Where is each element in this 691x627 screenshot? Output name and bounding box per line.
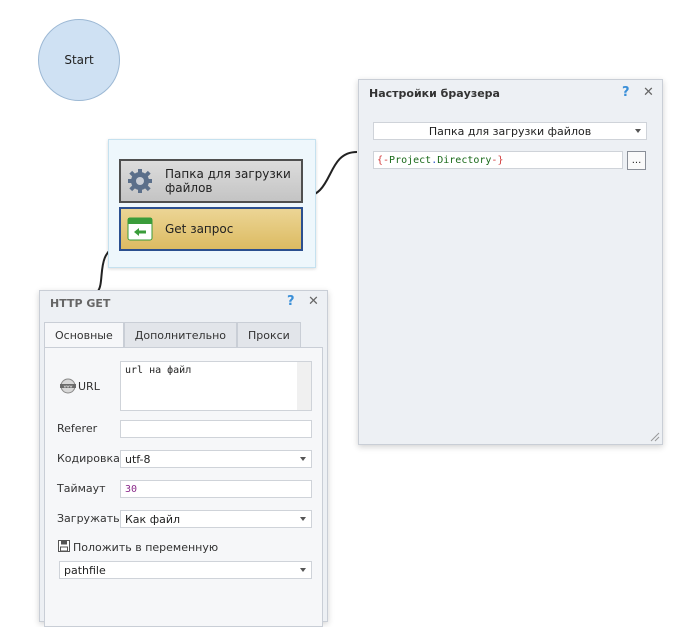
encoding-select[interactable]: utf-8 bbox=[120, 450, 312, 468]
chevron-down-icon bbox=[635, 129, 641, 133]
tab-main[interactable]: Основные bbox=[44, 322, 124, 348]
chevron-down-icon bbox=[300, 568, 306, 572]
help-icon[interactable]: ? bbox=[287, 294, 295, 309]
url-input[interactable]: url на файл bbox=[120, 361, 312, 411]
save-icon bbox=[58, 540, 70, 552]
resize-grip-icon[interactable] bbox=[648, 430, 660, 442]
encoding-value: utf-8 bbox=[125, 452, 151, 466]
timeout-value: 30 bbox=[125, 483, 138, 495]
www-icon: www bbox=[60, 378, 76, 394]
panel-title: Настройки браузера bbox=[369, 87, 500, 100]
variable-value: pathfile bbox=[64, 563, 106, 577]
settings-select[interactable]: Папка для загрузки файлов bbox=[373, 122, 647, 140]
path-token-directory: Directory bbox=[437, 154, 492, 166]
path-token-project: Project bbox=[389, 154, 432, 166]
download-mode-value: Как файл bbox=[125, 512, 181, 526]
chevron-down-icon bbox=[300, 517, 306, 521]
timeout-input[interactable]: 30 bbox=[120, 480, 312, 498]
close-icon[interactable]: ✕ bbox=[308, 294, 319, 309]
help-icon[interactable]: ? bbox=[622, 85, 630, 100]
panel-title: HTTP GET bbox=[50, 296, 111, 310]
browser-settings-panel: Настройки браузера ? ✕ Папка для загрузк… bbox=[358, 79, 663, 445]
folder-path-input[interactable]: {- Project. Directory -} bbox=[373, 151, 623, 169]
action-label: Папка для загрузки файлов bbox=[165, 167, 291, 195]
action-group[interactable]: Папка для загрузки файлов Get запрос bbox=[108, 139, 316, 268]
path-token-open: {- bbox=[377, 154, 390, 166]
variable-select[interactable]: pathfile bbox=[59, 561, 312, 579]
tab-proxy[interactable]: Прокси bbox=[237, 322, 301, 347]
action-download-folder[interactable]: Папка для загрузки файлов bbox=[119, 159, 303, 203]
url-value: url на файл bbox=[125, 365, 192, 376]
http-get-panel: HTTP GET ? ✕ Основные Дополнительно Прок… bbox=[39, 290, 328, 627]
tab-advanced[interactable]: Дополнительно bbox=[123, 322, 237, 347]
referer-input[interactable] bbox=[120, 420, 312, 438]
download-mode-label: Загружать bbox=[57, 512, 120, 525]
start-label: Start bbox=[64, 53, 94, 67]
url-label: URL bbox=[78, 380, 100, 393]
action-label: Get запрос bbox=[165, 222, 234, 236]
svg-text:www: www bbox=[64, 385, 73, 389]
get-request-icon bbox=[127, 217, 153, 241]
chevron-down-icon bbox=[300, 457, 306, 461]
download-mode-select[interactable]: Как файл bbox=[120, 510, 312, 528]
url-scrollbar[interactable] bbox=[297, 362, 311, 410]
timeout-label: Таймаут bbox=[57, 482, 106, 495]
close-icon[interactable]: ✕ bbox=[643, 85, 654, 100]
action-get-request[interactable]: Get запрос bbox=[119, 207, 303, 251]
settings-select-value: Папка для загрузки файлов bbox=[428, 124, 592, 138]
path-token-close: -} bbox=[491, 154, 504, 166]
browse-button[interactable]: ... bbox=[627, 151, 646, 170]
start-node[interactable]: Start bbox=[38, 19, 120, 101]
gear-icon bbox=[128, 169, 152, 193]
encoding-label: Кодировка bbox=[57, 452, 120, 465]
tab-bar: Основные Дополнительно Прокси bbox=[44, 322, 301, 348]
referer-label: Referer bbox=[57, 422, 98, 435]
save-to-variable-label: Положить в переменную bbox=[73, 541, 219, 554]
tab-content-main: www URL url на файл Referer Кодировка ut… bbox=[44, 347, 323, 627]
